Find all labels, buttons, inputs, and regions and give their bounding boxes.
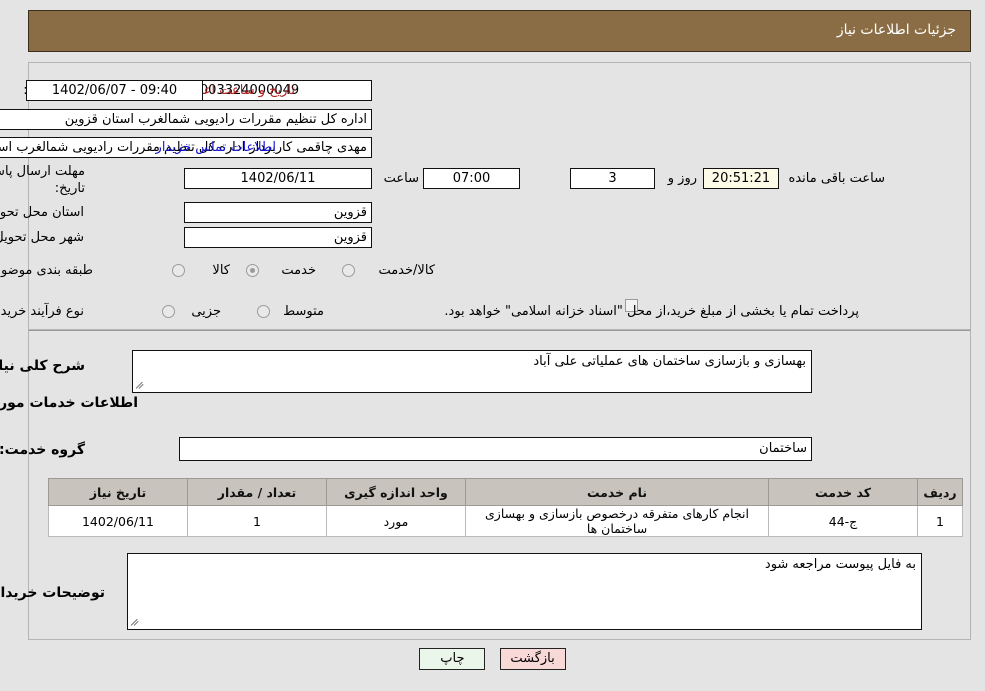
buyer-notes-textarea[interactable]: به فایل پیوست مراجعه شود — [127, 553, 922, 630]
cell-row-number: 1 — [917, 505, 963, 537]
remaining-days-label: روز و — [667, 171, 697, 186]
need-info-panel — [28, 62, 971, 330]
resize-grip-icon[interactable] — [135, 379, 147, 391]
delivery-province-value: قزوین — [184, 202, 372, 223]
page-header-bar: جزئیات اطلاعات نیاز — [28, 10, 971, 52]
general-description-textarea[interactable]: بهسازی و بازسازی ساختمان های عملیاتی علی… — [132, 350, 812, 393]
radio-category-kala[interactable] — [172, 264, 185, 277]
table-row: 1 ج-44 انجام کارهای متفرقه درخصوص بازساز… — [48, 505, 963, 537]
cell-need-date: 1402/06/11 — [48, 505, 188, 537]
radio-process-motavaset-label: متوسط — [283, 304, 324, 319]
table-header-row: ردیف کد خدمت نام خدمت واحد اندازه گیری ت… — [48, 478, 963, 506]
resize-grip-icon[interactable] — [130, 616, 142, 628]
th-quantity: تعداد / مقدار — [187, 478, 327, 506]
radio-category-kala-khedmat-label: کالا/خدمت — [378, 263, 435, 278]
th-unit: واحد اندازه گیری — [326, 478, 466, 506]
th-need-date: تاریخ نیاز — [48, 478, 188, 506]
radio-process-motavaset[interactable] — [257, 305, 270, 318]
deadline-hour-value: 07:00 — [423, 168, 520, 189]
page-title: جزئیات اطلاعات نیاز — [836, 22, 956, 38]
cell-quantity: 1 — [187, 505, 327, 537]
response-deadline-label: مهلت ارسال پاسخ: تا تاریخ: — [0, 163, 85, 197]
buyer-organization-value: اداره کل تنظیم مقررات رادیویی شمالغرب اس… — [0, 109, 372, 130]
back-button[interactable]: بازگشت — [499, 648, 566, 670]
print-button[interactable]: چاپ — [419, 648, 486, 670]
response-deadline-label-line2: تاریخ: — [54, 181, 85, 196]
services-section-title: اطلاعات خدمات مورد نیاز — [0, 395, 138, 411]
delivery-city-label: شهر محل تحویل: — [0, 230, 84, 245]
cell-unit: مورد — [326, 505, 466, 537]
subject-category-label: طبقه بندی موضوعی: — [0, 263, 93, 278]
general-description-value: بهسازی و بازسازی ساختمان های عملیاتی علی… — [533, 354, 806, 369]
deadline-date-value: 1402/06/11 — [184, 168, 372, 189]
th-service-name: نام خدمت — [465, 478, 769, 506]
action-button-row: بازگشت چاپ — [0, 648, 985, 670]
radio-process-jozei[interactable] — [162, 305, 175, 318]
buyer-notes-label: توضیحات خریدار: — [0, 585, 105, 601]
radio-process-jozei-label: جزیی — [191, 304, 221, 319]
response-deadline-label-line1: مهلت ارسال پاسخ: تا — [0, 164, 85, 179]
countdown-timer-value: 20:51:21 — [703, 168, 779, 189]
service-group-label: گروه خدمت: — [0, 442, 85, 458]
delivery-province-label: استان محل تحویل: — [0, 205, 84, 220]
cell-service-name: انجام کارهای متفرقه درخصوص بازسازی و بهس… — [465, 505, 769, 537]
th-row-number: ردیف — [917, 478, 963, 506]
deadline-hour-label: ساعت — [383, 171, 419, 186]
buyer-contact-link[interactable]: اطلاعات تماس خریدار — [156, 139, 276, 156]
islamic-treasury-note: پرداخت تمام یا بخشی از مبلغ خرید،از محل … — [444, 304, 859, 319]
th-service-code: کد خدمت — [768, 478, 918, 506]
general-description-label: شرح کلی نیاز: — [0, 358, 85, 374]
service-group-value: ساختمان — [179, 437, 812, 461]
radio-category-khedmat-label: خدمت — [281, 263, 316, 278]
purchase-process-label: نوع فرآیند خرید : — [0, 304, 84, 319]
delivery-city-value: قزوین — [184, 227, 372, 248]
radio-category-kala-khedmat[interactable] — [342, 264, 355, 277]
radio-category-khedmat[interactable] — [246, 264, 259, 277]
cell-service-code: ج-44 — [768, 505, 918, 537]
buyer-notes-value: به فایل پیوست مراجعه شود — [764, 557, 916, 572]
radio-category-kala-label: کالا — [212, 263, 230, 278]
services-table: ردیف کد خدمت نام خدمت واحد اندازه گیری ت… — [48, 478, 963, 537]
remaining-hours-label: ساعت باقی مانده — [788, 171, 885, 186]
announcement-datetime-value: 09:40 - 1402/06/07 — [26, 80, 203, 101]
remaining-days-value: 3 — [570, 168, 655, 189]
